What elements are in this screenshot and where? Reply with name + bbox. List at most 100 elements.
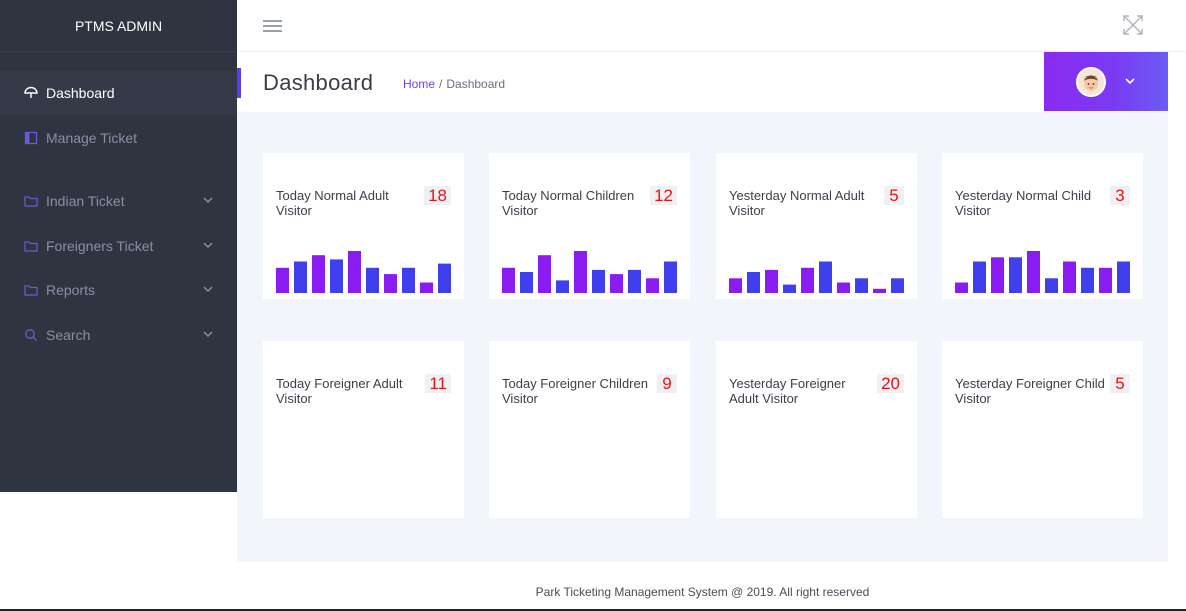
bar [1099,267,1112,293]
stat-card: Yesterday Normal Adult Visitor 5 [716,153,917,299]
bar [1117,261,1130,293]
bar [438,263,451,293]
stat-card: Today Normal Children Visitor 12 [489,153,690,299]
stat-card: Yesterday Foreigner Adult Visitor 20 [716,341,917,518]
bar [873,288,886,293]
bar [502,267,515,293]
stat-card: Today Foreigner Adult Visitor 11 [263,341,464,518]
bar [664,261,677,293]
page-header: Dashboard Home / Dashboard [237,52,1168,112]
mini-bar-chart [729,261,904,293]
chevron-down-icon [203,197,213,204]
bar [592,269,605,293]
sidebar: PTMS ADMIN Dashboard Manage Ticket India… [0,0,237,492]
card-label: Yesterday Normal Child Visitor [955,188,1092,218]
sidebar-item-dashboard[interactable]: Dashboard [0,71,237,115]
search-icon [24,328,38,342]
columns-icon [24,131,38,145]
mini-bar-chart [955,251,1130,293]
sidebar-item-label: Manage Ticket [46,130,138,146]
bar [556,280,569,293]
avatar[interactable] [1076,67,1106,97]
bar [747,272,760,293]
bar [855,278,868,293]
dashboard-content: Today Normal Adult Visitor 18 Today Norm… [237,112,1168,562]
bar [973,261,986,293]
sidebar-item-indian-ticket[interactable]: Indian Ticket [0,179,237,223]
top-bar [237,0,1186,52]
bar [520,272,533,293]
folder-icon [24,283,38,297]
card-count: 11 [425,374,451,393]
card-count: 20 [877,374,904,393]
card-label: Yesterday Foreigner Adult Visitor [729,376,846,406]
bar [574,251,587,293]
sidebar-item-label: Foreigners Ticket [46,238,154,254]
chevron-down-icon [203,286,213,293]
sidebar-item-search[interactable]: Search [0,313,237,357]
stat-card: Today Normal Adult Visitor 18 [263,153,464,299]
card-count: 5 [884,186,904,205]
footer-text: Park Ticketing Management System @ 2019.… [535,585,870,599]
card-label: Yesterday Normal Adult Visitor [729,188,865,218]
fullscreen-icon[interactable] [1122,14,1144,36]
umbrella-icon [24,86,38,100]
stat-card: Today Foreigner Children Visitor 9 [489,341,690,518]
breadcrumb: Home / Dashboard [403,77,505,91]
bar [366,267,379,293]
bar [955,282,968,293]
card-label: Yesterday Foreigner Child Visitor [955,376,1105,406]
breadcrumb-home-link[interactable]: Home [403,77,435,91]
breadcrumb-separator: / [439,77,443,91]
chevron-down-icon[interactable] [1124,75,1136,87]
bar [819,261,832,293]
bar [1081,267,1094,293]
bar [538,255,551,293]
sidebar-item-foreigners-ticket[interactable]: Foreigners Ticket [0,224,237,268]
stat-card: Yesterday Normal Child Visitor 3 [942,153,1143,299]
folder-icon [24,239,38,253]
bar [1027,251,1040,293]
bar [1063,261,1076,293]
bar [628,269,641,293]
bar [991,257,1004,293]
title-accent [237,68,241,98]
bar [765,269,778,293]
bar [348,251,361,293]
bar [330,259,343,293]
brand-title: PTMS ADMIN [0,0,237,52]
bar [294,261,307,293]
bar [891,278,904,293]
card-label: Today Foreigner Children Visitor [502,376,648,406]
card-count: 9 [657,374,677,393]
hamburger-menu-icon[interactable] [263,20,282,34]
sidebar-item-label: Reports [46,282,96,298]
bar [420,282,433,293]
card-label: Today Normal Adult Visitor [276,188,389,218]
bar [1009,257,1022,293]
card-count: 5 [1110,374,1130,393]
page-title: Dashboard [263,70,374,95]
bar [1045,278,1058,293]
bar [729,278,742,293]
mini-bar-chart [276,251,451,293]
card-label: Today Normal Children Visitor [502,188,635,218]
breadcrumb-current: Dashboard [446,77,506,91]
chevron-down-icon [203,242,213,249]
bar [801,267,814,293]
sidebar-item-label: Search [46,327,91,343]
chevron-down-icon [203,331,213,338]
sidebar-item-reports[interactable]: Reports [0,268,237,312]
bar [610,274,623,293]
card-count: 12 [650,186,677,205]
bar [837,282,850,293]
user-menu[interactable] [1044,52,1168,111]
mini-bar-chart [502,251,677,293]
folder-icon [24,194,38,208]
card-count: 18 [424,186,451,205]
sidebar-item-manage-ticket[interactable]: Manage Ticket [0,116,237,160]
card-label: Today Foreigner Adult Visitor [276,376,403,406]
bar [384,274,397,293]
bar [402,267,415,293]
sidebar-item-label: Indian Ticket [46,193,125,209]
